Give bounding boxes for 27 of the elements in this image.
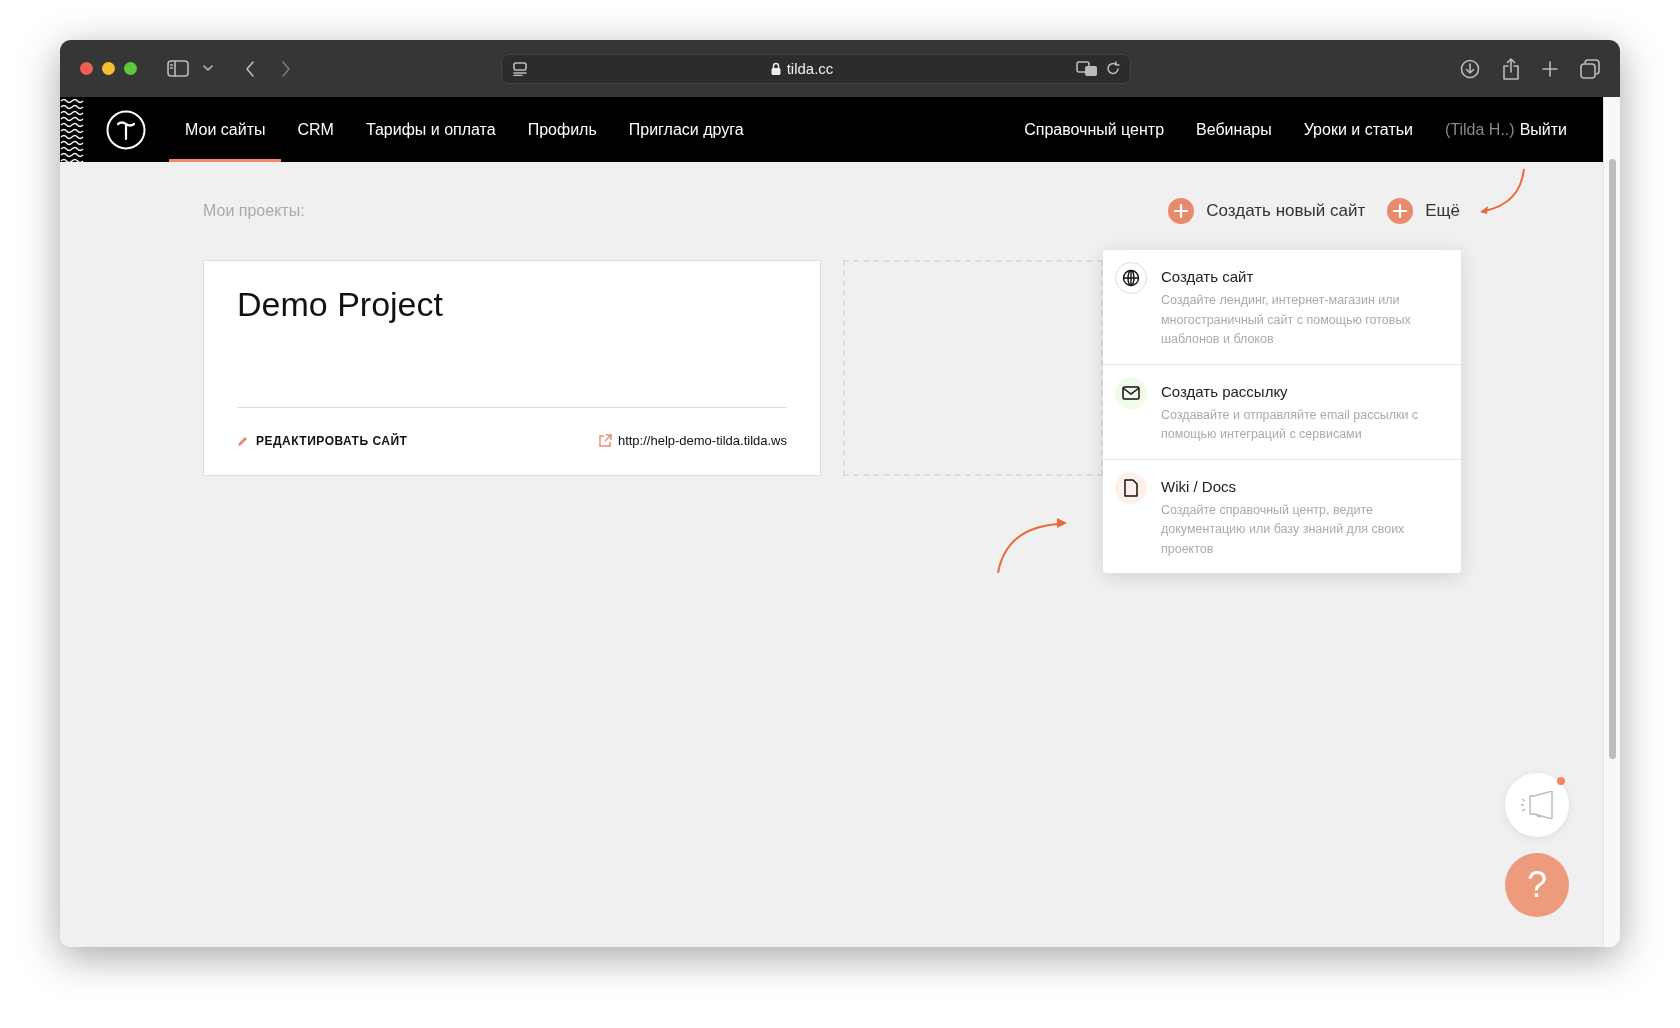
nav-tab[interactable]: Тарифы и оплата: [349, 97, 512, 162]
menu-item-description: Создайте лендинг, интернет-магазин или многостраничный сайт с помощью готовых шаблонов и блоков: [1161, 292, 1412, 348]
menu-item[interactable]: Wiki / Docs Создайте справочный центр, ведите документацию или базу знаний для своих проектов: [1103, 458, 1461, 573]
logout-link[interactable]: Выйти: [1519, 120, 1567, 139]
project-card[interactable]: Demo Project РЕДАКТИРОВАТЬ САЙТ http://help-demo-tilda.tilda.ws: [203, 260, 821, 476]
menu-item[interactable]: Создать рассылку Создавайте и отправляйте email рассылки с помощью интеграций с сервисами: [1103, 363, 1461, 459]
address-text: tilda.cc: [786, 60, 834, 77]
menu-item-title: Wiki / Docs: [1161, 477, 1237, 495]
more-button[interactable]: Ещё: [1387, 198, 1460, 224]
project-title: Demo Project: [237, 285, 444, 325]
menu-item[interactable]: Создать сайт Создайте лендинг, интернет-магазин или многостраничный сайт с помощью готовых шаблонов и блоков: [1103, 249, 1461, 364]
menu-item-description: Создайте справочный центр, ведите документацию или базу знаний для своих проектов: [1161, 501, 1406, 558]
nav-link[interactable]: Вебинары: [1196, 120, 1272, 139]
menu-item-title: Создать сайт: [1161, 268, 1255, 285]
menu-item-description: Создавайте и отправляйте email рассылки с помощью интеграций с сервисами: [1161, 406, 1420, 443]
nav-tab[interactable]: Профиль: [511, 97, 613, 162]
site-url-link[interactable]: http://help-demo-tilda.tilda.ws: [598, 433, 787, 448]
edit-site-link[interactable]: РЕДАКТИРОВАТЬ САЙТ: [237, 433, 408, 448]
address-bar[interactable]: tilda.cc: [501, 53, 1131, 84]
user-name: (Tilda H..): [1445, 120, 1515, 139]
nav-tab[interactable]: Пригласи друга: [612, 97, 760, 162]
nav-tab[interactable]: CRM: [281, 97, 350, 162]
create-site-button[interactable]: Создать новый сайт: [1168, 198, 1366, 224]
nav-link[interactable]: Уроки и статьи: [1303, 120, 1413, 139]
nav-link[interactable]: Справочный центр: [1024, 120, 1165, 139]
menu-item-title: Создать рассылку: [1161, 382, 1289, 400]
section-heading: Мои проекты:: [203, 202, 305, 220]
